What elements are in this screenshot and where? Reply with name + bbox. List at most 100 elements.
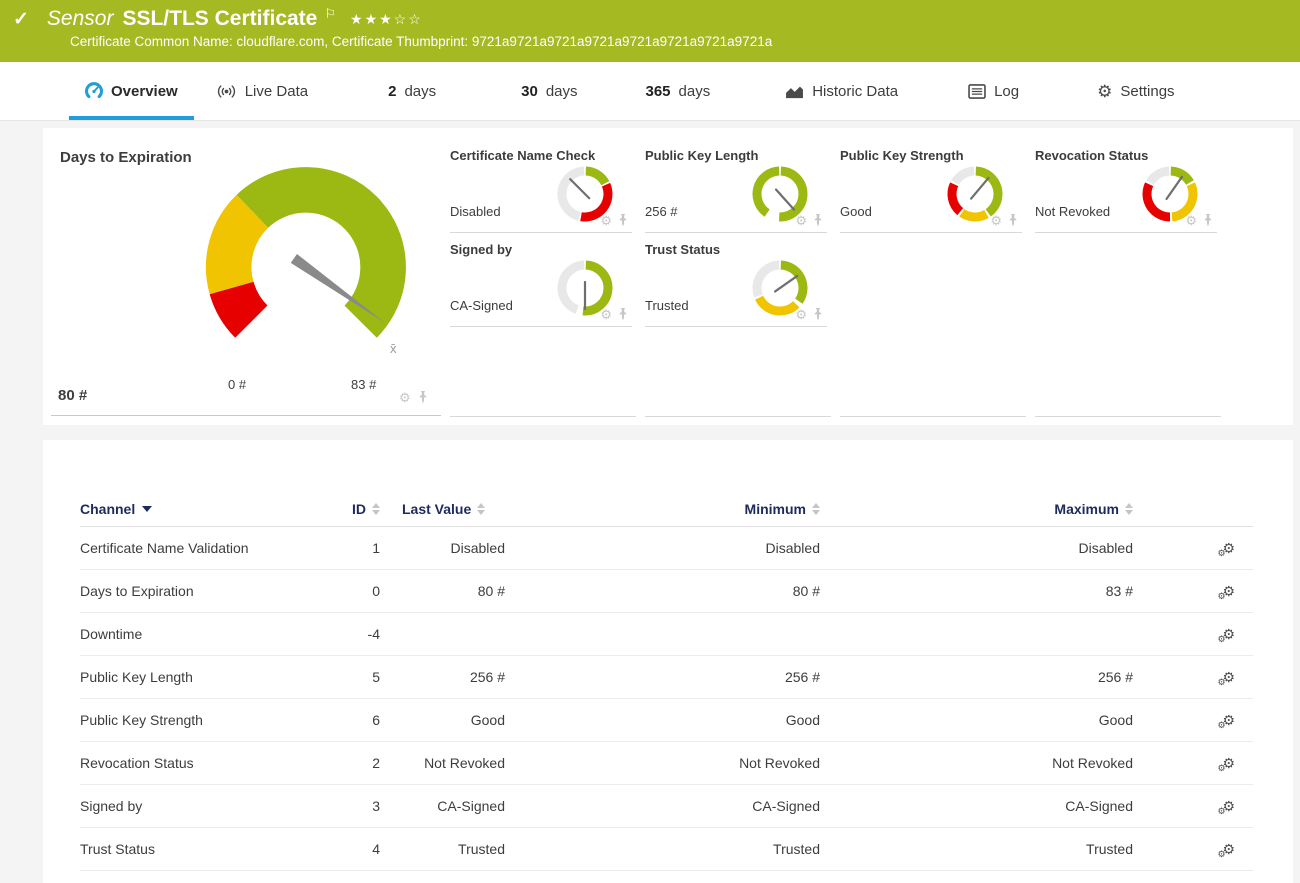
channel-id: 3 bbox=[320, 798, 380, 814]
pin-icon[interactable] bbox=[618, 214, 628, 227]
channel-name[interactable]: Public Key Strength bbox=[80, 712, 320, 728]
gauge-tile[interactable]: Certificate Name Check Disabled ⚙ bbox=[450, 140, 636, 233]
channel-name[interactable]: Downtime bbox=[80, 626, 320, 642]
gear-icon[interactable]: ⚙ bbox=[399, 391, 411, 404]
gauge-title: Public Key Length bbox=[645, 148, 758, 163]
tab-log[interactable]: Log bbox=[968, 62, 1019, 120]
column-header-id[interactable]: ID bbox=[320, 501, 380, 517]
flag-icon[interactable]: ⚐ bbox=[324, 6, 336, 22]
channel-last-value: 80 # bbox=[380, 583, 505, 599]
channel-last-value: 256 # bbox=[380, 669, 505, 685]
channel-name[interactable]: Revocation Status bbox=[80, 755, 320, 771]
gauge-tile[interactable]: Trust Status Trusted ⚙ bbox=[645, 234, 831, 327]
tab-historic-data[interactable]: Historic Data bbox=[785, 62, 898, 120]
channel-settings-icon[interactable]: ⚙⚙ bbox=[1222, 670, 1235, 684]
channel-last-value: CA-Signed bbox=[380, 798, 505, 814]
gauge-tile[interactable]: Public Key Strength Good ⚙ bbox=[840, 140, 1026, 233]
gear-icon[interactable]: ⚙ bbox=[795, 308, 807, 321]
tab-overview[interactable]: Overview bbox=[85, 62, 178, 120]
channel-name[interactable]: Days to Expiration bbox=[80, 583, 320, 599]
gauge-tile[interactable]: Revocation Status Not Revoked ⚙ bbox=[1035, 140, 1221, 233]
gear-icon[interactable]: ⚙ bbox=[600, 214, 612, 227]
page-title: SSL/TLS Certificate bbox=[122, 7, 317, 31]
channel-minimum: 80 # bbox=[505, 583, 820, 599]
status-ok-icon: ✓ bbox=[13, 8, 29, 31]
table-row[interactable]: Days to Expiration 0 80 # 80 # 83 # ⚙⚙ bbox=[80, 570, 1253, 613]
channel-minimum: Good bbox=[505, 712, 820, 728]
gear-icon: ⚙ bbox=[1097, 83, 1112, 100]
channel-name[interactable]: Public Key Length bbox=[80, 669, 320, 685]
channel-settings-icon[interactable]: ⚙⚙ bbox=[1222, 842, 1235, 856]
channel-name[interactable]: Trust Status bbox=[80, 841, 320, 857]
channels-table: Channel ID Last Value Minimum Maximum C bbox=[80, 491, 1253, 871]
table-row[interactable]: Downtime -4 ⚙⚙ bbox=[80, 613, 1253, 656]
gauge-value: CA-Signed bbox=[450, 298, 513, 313]
table-row[interactable]: Public Key Length 5 256 # 256 # 256 # ⚙⚙ bbox=[80, 656, 1253, 699]
channel-maximum: Not Revoked bbox=[820, 755, 1133, 771]
sort-icon bbox=[477, 503, 485, 515]
tab-365-days[interactable]: 365 days bbox=[646, 62, 711, 120]
table-row[interactable]: Trust Status 4 Trusted Trusted Trusted ⚙… bbox=[80, 828, 1253, 871]
tab-2-days[interactable]: 2 days bbox=[388, 62, 436, 120]
channel-name[interactable]: Signed by bbox=[80, 798, 320, 814]
tab-settings[interactable]: ⚙ Settings bbox=[1097, 62, 1174, 120]
column-header-channel[interactable]: Channel bbox=[80, 501, 320, 517]
priority-stars[interactable]: ★★★☆☆ bbox=[350, 11, 423, 28]
days-to-expiration-tile[interactable]: Days to Expiration x̄ 0 # 83 # 80 # ⚙ bbox=[43, 128, 445, 425]
gauge-value: Not Revoked bbox=[1035, 204, 1110, 219]
channel-settings-icon[interactable]: ⚙⚙ bbox=[1222, 541, 1235, 555]
tab-live-data[interactable]: Live Data bbox=[216, 62, 308, 120]
table-row[interactable]: Public Key Strength 6 Good Good Good ⚙⚙ bbox=[80, 699, 1253, 742]
channel-last-value: Not Revoked bbox=[380, 755, 505, 771]
pin-icon[interactable] bbox=[618, 308, 628, 321]
gear-icon[interactable]: ⚙ bbox=[1185, 214, 1197, 227]
area-chart-icon bbox=[785, 84, 804, 99]
tab-30-days[interactable]: 30 days bbox=[521, 62, 577, 120]
gear-icon[interactable]: ⚙ bbox=[600, 308, 612, 321]
pin-icon[interactable] bbox=[1008, 214, 1018, 227]
pin-icon[interactable] bbox=[418, 391, 428, 404]
sensor-type-label: Sensor bbox=[47, 7, 114, 31]
table-row[interactable]: Revocation Status 2 Not Revoked Not Revo… bbox=[80, 742, 1253, 785]
channel-settings-icon[interactable]: ⚙⚙ bbox=[1222, 756, 1235, 770]
gauge-tile[interactable]: Public Key Length 256 # ⚙ bbox=[645, 140, 831, 233]
gauge-tile[interactable]: Signed by CA-Signed ⚙ bbox=[450, 234, 636, 327]
sort-icon bbox=[372, 503, 380, 515]
channel-minimum: Trusted bbox=[505, 841, 820, 857]
channel-name[interactable]: Certificate Name Validation bbox=[80, 540, 320, 556]
column-header-minimum[interactable]: Minimum bbox=[505, 501, 820, 517]
sort-icon bbox=[812, 503, 820, 515]
gear-icon[interactable]: ⚙ bbox=[795, 214, 807, 227]
channel-settings-icon[interactable]: ⚙⚙ bbox=[1222, 799, 1235, 813]
channel-id: 5 bbox=[320, 669, 380, 685]
channel-last-value: Trusted bbox=[380, 841, 505, 857]
table-row[interactable]: Signed by 3 CA-Signed CA-Signed CA-Signe… bbox=[80, 785, 1253, 828]
gear-icon[interactable]: ⚙ bbox=[990, 214, 1002, 227]
sensor-header: ✓ Sensor SSL/TLS Certificate ⚐ ★★★☆☆ Cer… bbox=[0, 0, 1300, 62]
pin-icon[interactable] bbox=[813, 214, 823, 227]
gauge-value: Good bbox=[840, 204, 872, 219]
column-header-last-value[interactable]: Last Value bbox=[380, 501, 505, 517]
days-to-expiration-gauge bbox=[195, 156, 417, 378]
table-row[interactable]: Certificate Name Validation 1 Disabled D… bbox=[80, 527, 1253, 570]
gauge-title: Days to Expiration bbox=[60, 149, 192, 166]
tab-bar: Overview Live Data 2 days 30 days 365 da… bbox=[0, 62, 1300, 121]
channel-settings-icon[interactable]: ⚙⚙ bbox=[1222, 713, 1235, 727]
channel-maximum: Disabled bbox=[820, 540, 1133, 556]
channel-maximum: Trusted bbox=[820, 841, 1133, 857]
channel-settings-icon[interactable]: ⚙⚙ bbox=[1222, 627, 1235, 641]
sensor-subtitle: Certificate Common Name: cloudflare.com,… bbox=[0, 34, 1300, 49]
prtg-sensor-page: { "icons": { "check": "✓", "flag": "⚐", … bbox=[0, 0, 1300, 883]
pin-icon[interactable] bbox=[1203, 214, 1213, 227]
channel-settings-icon[interactable]: ⚙⚙ bbox=[1222, 584, 1235, 598]
pin-icon[interactable] bbox=[813, 308, 823, 321]
gauge-title: Trust Status bbox=[645, 242, 720, 257]
divider bbox=[450, 416, 636, 417]
divider bbox=[645, 416, 831, 417]
table-header-row: Channel ID Last Value Minimum Maximum bbox=[80, 491, 1253, 527]
column-header-maximum[interactable]: Maximum bbox=[820, 501, 1133, 517]
gauge-min-label: 0 # bbox=[228, 377, 246, 392]
channel-last-value: Good bbox=[380, 712, 505, 728]
gauge-value: 256 # bbox=[645, 204, 678, 219]
gauge-value: Trusted bbox=[645, 298, 689, 313]
